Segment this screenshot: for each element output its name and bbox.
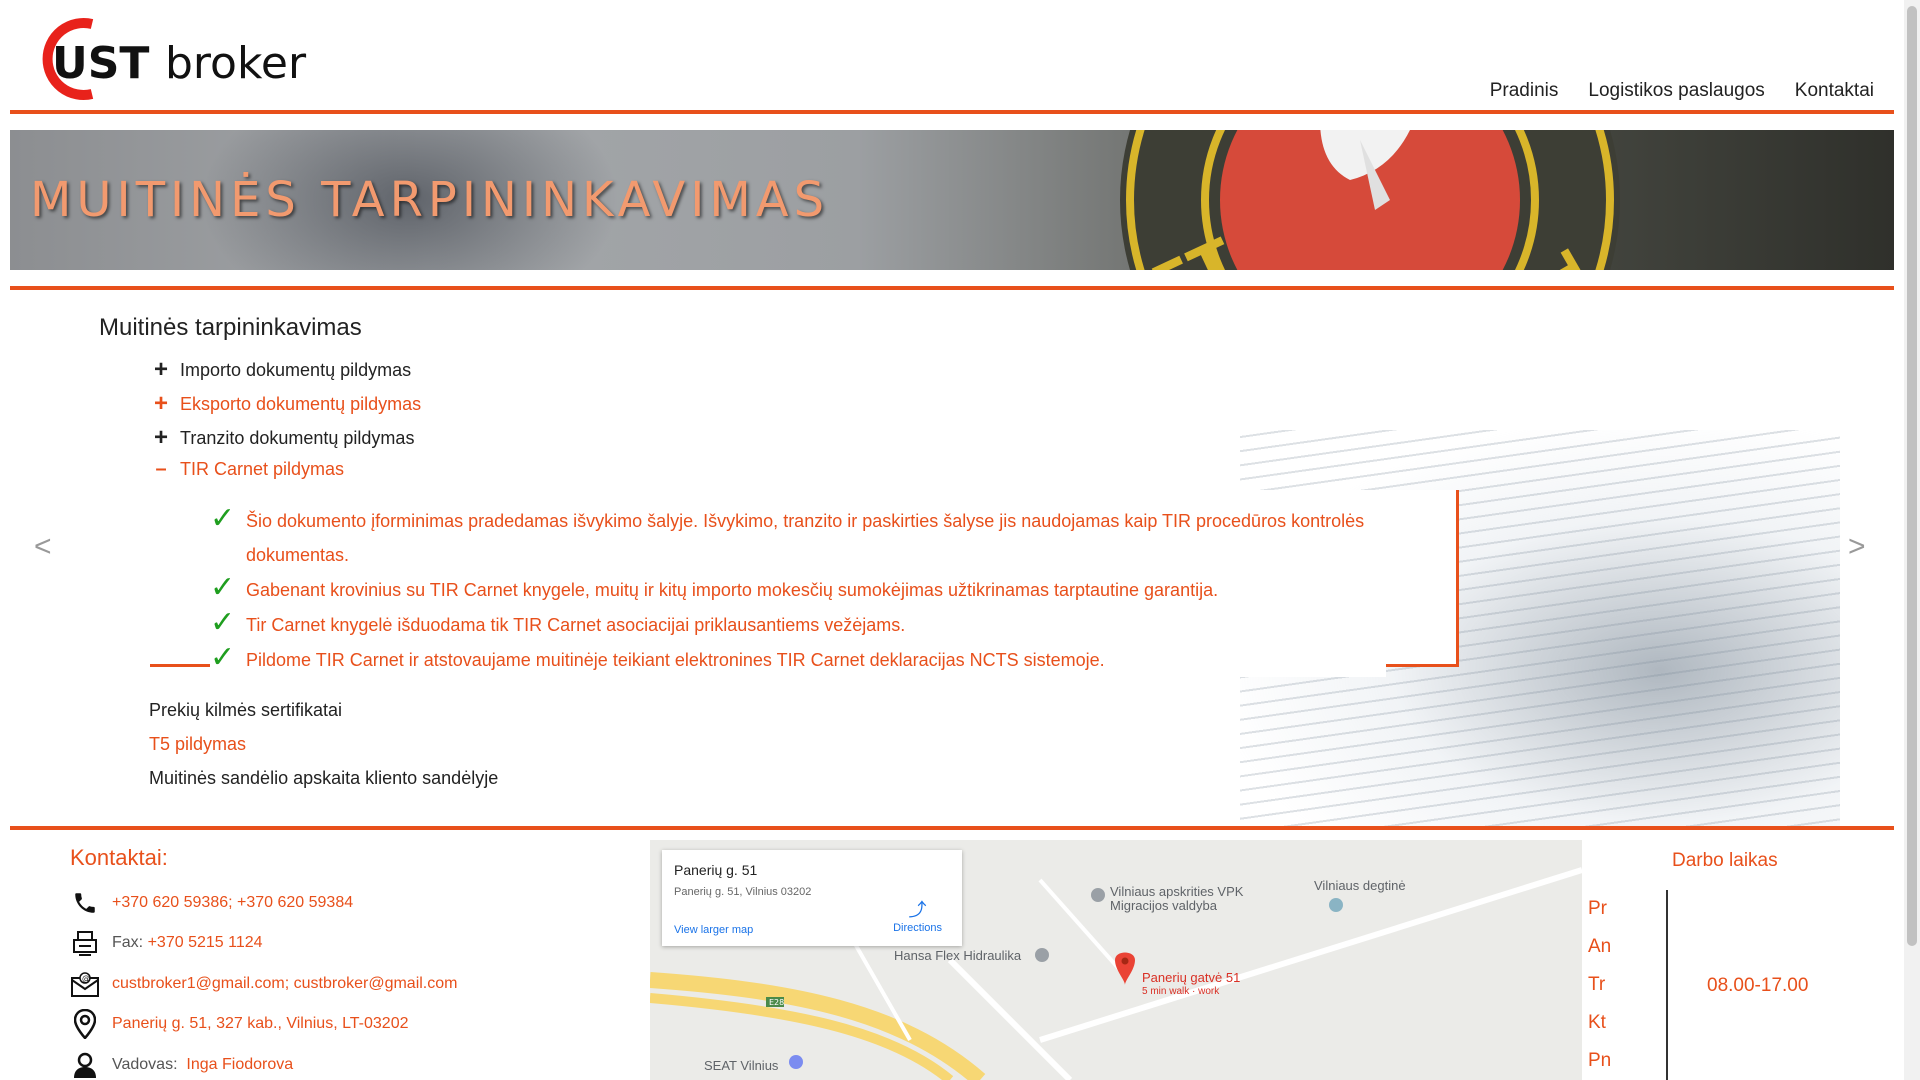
slider-prev-arrow[interactable]: < [34,530,52,564]
checkmark-icon: ✓ [210,571,236,604]
hero-banner: IET TIN MUITINĖS TARPININKAVIMAS [10,130,1894,270]
map-label-hansa: Hansa Flex Hidraulika [894,948,1022,963]
day-monday: Pr [1588,898,1607,919]
map-pin-sublabel: 5 min walk · work [1142,986,1220,997]
tir-carnet-details-panel: ✓ Šio dokumento įforminimas pradedamas i… [150,490,1459,677]
section-title: Muitinės tarpininkavimas [99,314,362,341]
page: UST broker Pradinis Logistikos paslaugos… [0,0,1920,1080]
tir-bullet-text: Pildome TIR Carnet ir atstovaujame muiti… [246,650,1105,670]
map-card-title: Panerių g. 51 [674,862,758,878]
contact-address: Panerių g. 51, 327 kab., Vilnius, LT-032… [70,1009,409,1039]
fax-icon [70,928,100,958]
svg-text:@: @ [82,974,90,983]
google-map[interactable]: E28 Panerių g. 51 Panerių g. 51, Vilnius… [650,840,1582,1080]
nav-pradinis[interactable]: Pradinis [1490,80,1559,102]
custbroker-logo[interactable]: UST broker [30,12,310,104]
day-wednesday: Tr [1588,974,1606,995]
road-marker-e28: E28 [769,998,784,1007]
hours-divider [1666,890,1668,1080]
contact-email: @ custbroker1@gmail.com; custbroker@gmai… [70,969,457,999]
day-tuesday: An [1588,936,1612,957]
page-scrollbar[interactable] [1904,0,1920,1080]
nav-kontaktai[interactable]: Kontaktai [1795,80,1874,102]
phone-numbers[interactable]: +370 620 59386; +370 620 59384 [112,894,353,912]
map-label-migration: Migracijos valdyba [1110,898,1217,913]
checkmark-icon: ✓ [210,606,236,639]
map-label-vpk: Vilniaus apskrities VPK [1110,884,1244,899]
plus-icon: + [153,356,168,383]
customs-emblem-image: IET TIN [1120,130,1634,270]
scrollbar-thumb[interactable] [1907,6,1917,946]
tir-bullet-text: Šio dokumento įforminimas pradedamas išv… [246,511,1365,565]
email-addresses[interactable]: custbroker1@gmail.com; custbroker@gmail.… [112,975,457,993]
service-item-label: Eksporto dokumentų pildymas [180,393,422,414]
person-icon [70,1050,100,1080]
checkmark-icon: ✓ [210,641,236,674]
contact-phone: +370 620 59386; +370 620 59384 [70,888,353,918]
banner-title: MUITINĖS TARPININKAVIMAS [30,172,830,228]
working-hours-title: Darbo laikas [1672,850,1778,871]
manager-label: Vadovas: [112,1056,178,1073]
plus-icon: + [153,424,168,451]
map-label-degtine: Vilniaus degtinė [1314,878,1406,893]
footer-divider [10,826,1894,830]
header-divider [10,110,1894,114]
phone-icon [70,888,100,918]
map-pin-label: Panerių gatvė 51 [1142,970,1241,985]
service-item-import[interactable]: + Importo dokumentų pildymas [150,356,411,384]
manager-name[interactable]: Inga Fiodorova [186,1056,293,1074]
contacts-title: Kontaktai: [70,845,168,870]
working-hours-time: 08.00-17.00 [1707,975,1809,996]
tir-bullet-text: Gabenant krovinius su TIR Carnet knygele… [246,580,1219,600]
view-larger-map-link[interactable]: View larger map [674,924,753,936]
tir-bullet-text: Tir Carnet knygelė išduodama tik TIR Car… [246,615,906,635]
service-item-transit[interactable]: + Tranzito dokumentų pildymas [150,424,414,452]
tir-bullet: ✓ Gabenant krovinius su TIR Carnet knyge… [210,573,1386,607]
plus-icon: + [153,390,168,417]
logo-word: broker [165,38,307,89]
directions-icon: ⤴ [908,900,927,920]
tir-bullet: ✓ Tir Carnet knygelė išduodama tik TIR C… [210,608,1386,642]
checkmark-icon: ✓ [210,502,236,535]
service-item-label: Importo dokumentų pildymas [180,359,412,380]
fax-number[interactable]: +370 5215 1124 [148,934,263,952]
service-item-warehouse-accounting[interactable]: Muitinės sandėlio apskaita kliento sandė… [149,768,498,789]
logo-letters: UST [52,38,149,89]
directions-label: Directions [893,922,942,934]
service-item-label: TIR Carnet pildymas [180,459,345,479]
email-icon: @ [70,969,100,999]
service-item-origin-certificates[interactable]: Prekių kilmės sertifikatai [149,700,342,721]
main-nav: Pradinis Logistikos paslaugos Kontaktai [1490,80,1874,102]
service-item-label: Tranzito dokumentų pildymas [180,427,415,448]
fax-label: Fax: [112,934,144,951]
day-friday: Pn [1588,1050,1612,1071]
day-thursday: Kt [1588,1012,1606,1033]
contact-fax: Fax: +370 5215 1124 [70,928,263,958]
contact-manager: Vadovas: Inga Fiodorova [70,1050,293,1080]
map-info-card: Panerių g. 51 Panerių g. 51, Vilnius 032… [662,850,962,946]
map-label-seat: SEAT Vilnius [704,1058,779,1073]
slider-next-arrow[interactable]: > [1848,530,1866,564]
minus-icon: – [155,458,167,480]
tir-bullet: ✓ Šio dokumento įforminimas pradedamas i… [210,504,1386,572]
address-text[interactable]: Panerių g. 51, 327 kab., Vilnius, LT-032… [112,1015,409,1033]
services-section: < > Muitinės tarpininkavimas + Importo d… [10,290,1894,828]
service-item-export[interactable]: + Eksporto dokumentų pildymas [150,390,421,418]
map-directions-link[interactable]: ⤴ Directions [893,896,942,934]
service-item-t5[interactable]: T5 pildymas [149,734,246,755]
nav-logistikos-paslaugos[interactable]: Logistikos paslaugos [1588,80,1764,102]
tir-bullet: ✓ Pildome TIR Carnet ir atstovaujame mui… [210,643,1386,677]
service-item-tir-carnet[interactable]: – TIR Carnet pildymas [150,458,344,481]
location-pin-icon [70,1009,100,1039]
map-card-subtitle: Panerių g. 51, Vilnius 03202 [674,886,812,898]
